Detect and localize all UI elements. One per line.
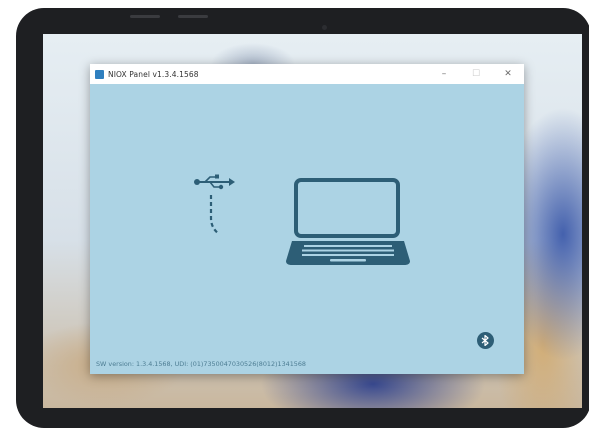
window-controls: – ☐ ✕ (428, 64, 524, 84)
tablet-volume-button (130, 15, 160, 18)
front-camera (322, 25, 327, 30)
close-button[interactable]: ✕ (492, 64, 524, 84)
app-logo-icon (95, 69, 104, 79)
connection-panel: SW version: 1.3.4.1568, UDI: (01)7350047… (90, 84, 524, 374)
bluetooth-button[interactable] (477, 332, 494, 349)
niox-panel-window: NIOX Panel v1.3.4.1568 – ☐ ✕ SW version:… (90, 64, 524, 374)
window-title: NIOX Panel v1.3.4.1568 (108, 69, 199, 79)
software-version-label: SW version: 1.3.4.1568, UDI: (01)7350047… (96, 360, 306, 368)
minimize-button[interactable]: – (428, 64, 460, 84)
usb-connection-indicator (193, 174, 235, 240)
laptop-icon (286, 178, 410, 265)
laptop-device (286, 177, 410, 271)
bluetooth-icon (481, 335, 489, 346)
usb-icon (194, 174, 235, 235)
maximize-button[interactable]: ☐ (460, 64, 492, 84)
window-titlebar[interactable]: NIOX Panel v1.3.4.1568 – ☐ ✕ (90, 64, 524, 84)
tablet-power-button (178, 15, 208, 18)
